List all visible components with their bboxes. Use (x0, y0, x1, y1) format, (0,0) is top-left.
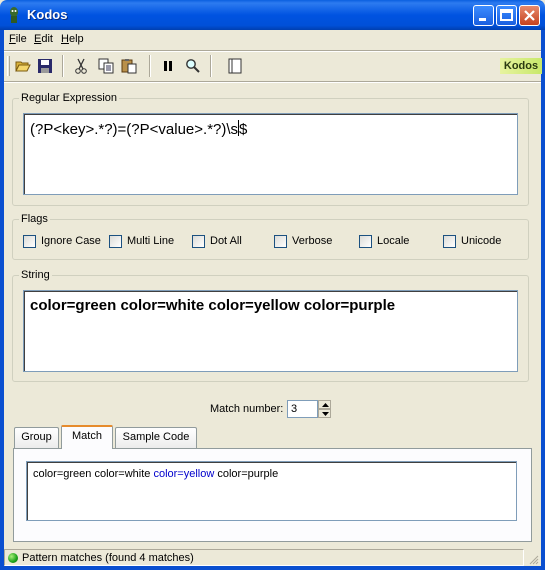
menu-edit-label: dit (41, 33, 53, 45)
regex-legend: Regular Expression (19, 92, 119, 104)
menu-file-mnemonic: F (9, 33, 16, 45)
locale-label: Locale (377, 235, 410, 247)
tab-sample-code[interactable]: Sample Code (115, 427, 197, 448)
menu-help[interactable]: Help (61, 33, 84, 45)
regex-text-before-caret: (?P<key>.*?)=(?P<value>.*?)\s (30, 121, 239, 138)
ignore-case-checkbox[interactable] (23, 235, 36, 248)
string-groupbox: String color=green color=white color=yel… (12, 269, 529, 382)
save-icon (38, 59, 52, 73)
close-icon (524, 10, 535, 21)
find-button[interactable] (182, 55, 204, 77)
match-number-spinbox[interactable]: 3 (287, 400, 331, 418)
copy-icon (98, 58, 114, 74)
tab-panel-match: color=green color=white color=yellow col… (13, 448, 532, 542)
toolbar-grip[interactable] (7, 56, 10, 76)
verbose-label: Verbose (292, 235, 333, 247)
maximize-button[interactable] (496, 5, 517, 26)
toolbar-separator (62, 55, 64, 77)
menu-bar: File Edit Help (4, 30, 541, 50)
spin-down-button[interactable] (318, 409, 331, 418)
unicode-label: Unicode (461, 235, 502, 247)
tab-group[interactable]: Group (14, 427, 59, 448)
reference-button[interactable] (224, 55, 246, 77)
window-frame-bottom (0, 566, 545, 570)
flag-verbose[interactable]: Verbose (274, 235, 344, 249)
string-text: color=green color=white color=yellow col… (30, 297, 396, 314)
toolbar-separator (210, 55, 212, 77)
match-number-input[interactable]: 3 (287, 400, 318, 418)
reference-book-icon (228, 58, 242, 74)
flag-multi-line[interactable]: Multi Line (109, 235, 179, 249)
paste-button[interactable] (118, 55, 140, 77)
close-button[interactable] (519, 5, 540, 26)
menu-help-label: elp (68, 33, 84, 45)
status-indicator-icon (8, 553, 18, 563)
flag-dot-all[interactable]: Dot All (192, 235, 252, 249)
cut-button[interactable] (70, 55, 92, 77)
window-title: Kodos (27, 7, 68, 22)
tab-match[interactable]: Match (61, 425, 113, 449)
regex-input[interactable]: (?P<key>.*?)=(?P<value>.*?)\s$ (23, 113, 518, 195)
regex-text-after-caret: $ (239, 121, 248, 138)
arrow-up-icon (322, 403, 329, 407)
flags-legend: Flags (19, 213, 50, 225)
arrow-down-icon (322, 412, 329, 416)
menu-edit[interactable]: Edit (34, 33, 53, 45)
unicode-checkbox[interactable] (443, 235, 456, 248)
multi-line-label: Multi Line (127, 235, 175, 247)
flag-locale[interactable]: Locale (359, 235, 419, 249)
string-legend: String (19, 269, 52, 281)
match-number-label: Match number: (210, 403, 284, 415)
pause-icon (164, 61, 172, 71)
save-button[interactable] (34, 55, 56, 77)
spin-up-button[interactable] (318, 400, 331, 409)
open-button[interactable] (12, 55, 34, 77)
menu-help-mnemonic: H (61, 33, 69, 45)
maximize-icon (500, 9, 513, 21)
title-bar[interactable]: Kodos (0, 0, 545, 30)
match-result-box[interactable]: color=green color=white color=yellow col… (26, 461, 517, 521)
kodos-logo: Kodos (500, 58, 542, 74)
cut-icon (75, 58, 87, 74)
flag-unicode[interactable]: Unicode (443, 235, 508, 249)
resize-grip-icon[interactable] (527, 553, 539, 565)
dot-all-label: Dot All (210, 235, 242, 247)
string-input[interactable]: color=green color=white color=yellow col… (23, 290, 518, 372)
regex-groupbox: Regular Expression (?P<key>.*?)=(?P<valu… (12, 92, 529, 206)
toolbar: Kodos (4, 52, 542, 80)
ignore-case-label: Ignore Case (41, 235, 101, 247)
flag-ignore-case[interactable]: Ignore Case (23, 235, 103, 249)
match-highlight: color=yellow (153, 468, 215, 480)
toolbar-separator (149, 55, 151, 77)
status-panel: Pattern matches (found 4 matches) (4, 549, 524, 566)
status-bar: Pattern matches (found 4 matches) (4, 549, 541, 566)
dot-all-checkbox[interactable] (192, 235, 205, 248)
status-text: Pattern matches (found 4 matches) (22, 552, 194, 564)
menu-file-label: ile (15, 33, 27, 45)
match-text-after: color=purple (214, 468, 279, 480)
minimize-icon (479, 18, 486, 21)
toolbar-separator-line (4, 81, 541, 83)
open-folder-icon (15, 61, 31, 72)
multi-line-checkbox[interactable] (109, 235, 122, 248)
window-frame-left (0, 30, 4, 570)
verbose-checkbox[interactable] (274, 235, 287, 248)
menu-file[interactable]: File (9, 33, 27, 45)
kodos-app-icon (10, 7, 18, 23)
paste-icon (121, 59, 137, 74)
window-frame-right (541, 30, 545, 570)
copy-button[interactable] (95, 55, 117, 77)
match-text-before: color=green color=white (33, 468, 154, 480)
find-icon (186, 59, 200, 73)
pause-button[interactable] (157, 55, 179, 77)
minimize-button[interactable] (473, 5, 494, 26)
locale-checkbox[interactable] (359, 235, 372, 248)
